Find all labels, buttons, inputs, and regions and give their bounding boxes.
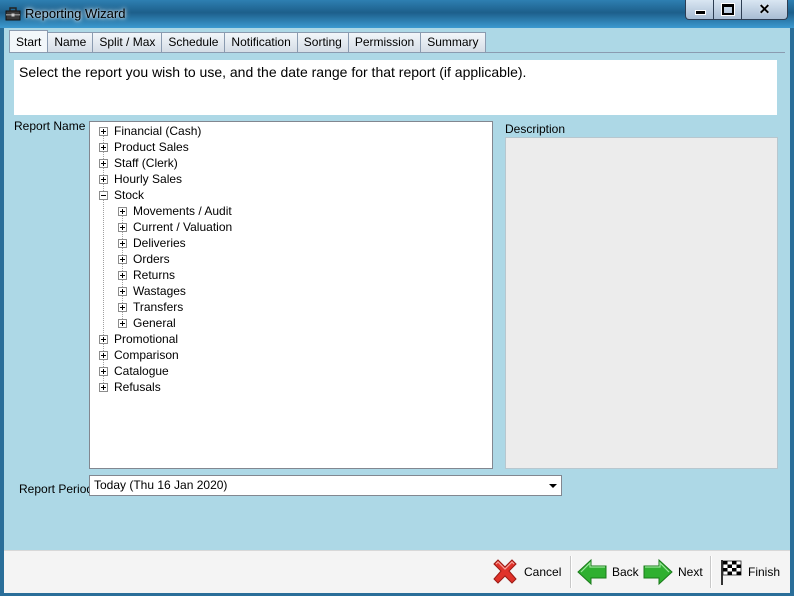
tree-node-comparison[interactable]: Comparison [99, 347, 179, 363]
back-label: Back [612, 565, 639, 579]
toolbox-icon [5, 7, 21, 21]
tab-summary[interactable]: Summary [420, 32, 486, 52]
maximize-icon [721, 3, 735, 16]
expand-icon[interactable] [118, 206, 127, 216]
description-label: Description [505, 122, 566, 136]
expand-icon[interactable] [99, 126, 108, 136]
tree-node-movements-audit[interactable]: Movements / Audit [118, 203, 232, 219]
tree-node-catalogue[interactable]: Catalogue [99, 363, 169, 379]
green-right-arrow-icon [643, 558, 673, 586]
tab-split-max[interactable]: Split / Max [92, 32, 163, 52]
dropdown-arrow-icon[interactable] [549, 484, 557, 488]
expand-icon[interactable] [118, 270, 127, 280]
tree-node-promotional[interactable]: Promotional [99, 331, 178, 347]
expand-icon[interactable] [99, 142, 108, 152]
close-button[interactable]: ✕ [741, 0, 788, 20]
window-title: Reporting Wizard [25, 6, 126, 21]
tree-node-product-sales[interactable]: Product Sales [99, 139, 189, 155]
expand-icon[interactable] [99, 366, 108, 376]
next-button[interactable]: Next [642, 551, 703, 593]
tree-node-general[interactable]: General [118, 315, 176, 331]
cancel-label: Cancel [524, 565, 562, 579]
expand-icon[interactable] [99, 158, 108, 168]
wizard-footer: Cancel Back Next Finish [4, 550, 790, 593]
tree-node-deliveries[interactable]: Deliveries [118, 235, 186, 251]
report-tree[interactable]: Financial (Cash) Product Sales Staff (Cl… [89, 121, 493, 469]
checkered-flag-icon [721, 560, 742, 585]
tab-notification[interactable]: Notification [224, 32, 298, 52]
expand-icon[interactable] [99, 382, 108, 392]
tab-permission[interactable]: Permission [347, 32, 422, 52]
expand-icon[interactable] [99, 334, 108, 344]
expand-icon[interactable] [118, 318, 127, 328]
collapse-icon[interactable] [99, 190, 108, 200]
report-period-select[interactable]: Today (Thu 16 Jan 2020) [89, 475, 562, 496]
expand-icon[interactable] [118, 254, 127, 264]
back-button[interactable]: Back [576, 551, 639, 593]
minimize-icon [695, 10, 706, 15]
instruction-text: Select the report you wish to use, and t… [14, 60, 777, 115]
tab-start[interactable]: Start [9, 30, 49, 52]
expand-icon[interactable] [118, 222, 127, 232]
finish-label: Finish [748, 565, 781, 579]
tree-node-financial-cash[interactable]: Financial (Cash) [99, 123, 201, 139]
close-icon: ✕ [758, 1, 771, 17]
footer-separator [710, 556, 712, 588]
tree-node-current-valuation[interactable]: Current / Valuation [118, 219, 232, 235]
expand-icon[interactable] [118, 302, 127, 312]
report-period-label: Report Period [19, 482, 94, 496]
description-box [505, 137, 778, 469]
report-period-value: Today (Thu 16 Jan 2020) [94, 478, 228, 492]
tree-node-wastages[interactable]: Wastages [118, 283, 186, 299]
next-label: Next [678, 565, 703, 579]
tree-node-orders[interactable]: Orders [118, 251, 170, 267]
red-x-icon [493, 559, 517, 584]
tree-node-transfers[interactable]: Transfers [118, 299, 183, 315]
expand-icon[interactable] [99, 350, 108, 360]
report-name-label: Report Name [14, 119, 86, 133]
cancel-button[interactable]: Cancel [490, 551, 561, 593]
expand-icon[interactable] [99, 174, 108, 184]
tree-node-hourly-sales[interactable]: Hourly Sales [99, 171, 182, 187]
tab-strip: Start Name Split / Max Schedule Notifica… [9, 30, 486, 52]
footer-separator [570, 556, 572, 588]
expand-icon[interactable] [118, 238, 127, 248]
finish-button[interactable]: Finish [718, 551, 780, 593]
tree-node-returns[interactable]: Returns [118, 267, 175, 283]
expand-icon[interactable] [118, 286, 127, 296]
maximize-button[interactable] [713, 0, 742, 20]
tab-sorting[interactable]: Sorting [296, 32, 349, 52]
tab-name[interactable]: Name [47, 32, 94, 52]
tab-divider [9, 52, 785, 53]
title-bar[interactable]: Reporting Wizard ✕ [0, 0, 794, 28]
green-left-arrow-icon [577, 558, 607, 586]
tree-node-stock[interactable]: Stock [99, 187, 144, 203]
tree-node-refusals[interactable]: Refusals [99, 379, 161, 395]
minimize-button[interactable] [685, 0, 714, 20]
tab-schedule[interactable]: Schedule [161, 32, 226, 52]
wizard-client-area: Start Name Split / Max Schedule Notifica… [4, 28, 790, 593]
tree-node-staff-clerk[interactable]: Staff (Clerk) [99, 155, 178, 171]
